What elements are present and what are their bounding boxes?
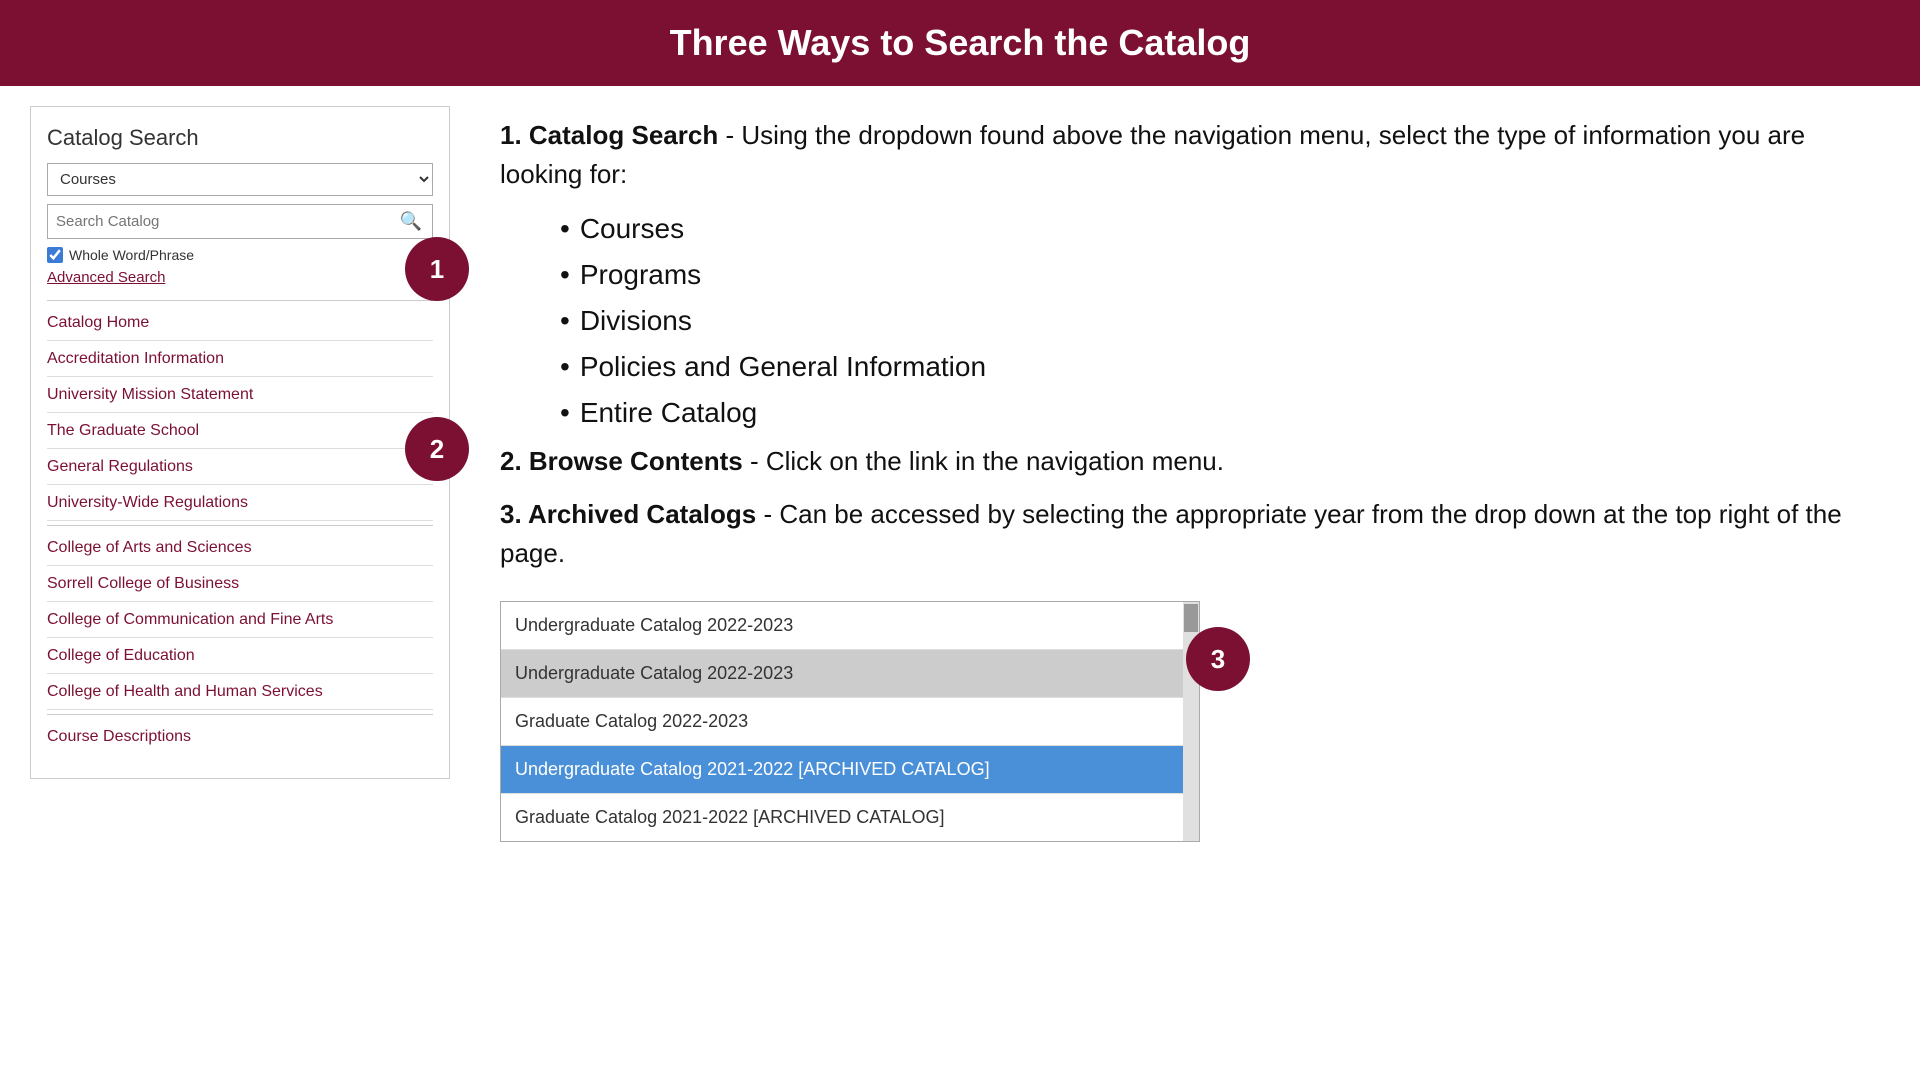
sidebar-item-general-regs[interactable]: General Regulations — [47, 449, 433, 485]
list-item-courses: Courses — [560, 208, 1870, 250]
section3-paragraph: 3. Archived Catalogs - Can be accessed b… — [500, 495, 1870, 573]
section2-paragraph: 2. Browse Contents - Click on the link i… — [500, 442, 1870, 481]
main-content: 1 2 Catalog Search Courses Programs Divi… — [0, 86, 1920, 872]
section2-heading: 2. Browse Contents — [500, 446, 743, 476]
checkbox-row: Whole Word/Phrase — [47, 247, 433, 263]
list-item-entire: Entire Catalog — [560, 392, 1870, 434]
sidebar-item-business[interactable]: Sorrell College of Business — [47, 566, 433, 602]
sidebar-item-catalog-home[interactable]: Catalog Home — [47, 305, 433, 341]
catalog-type-dropdown[interactable]: Courses Programs Divisions Policies and … — [47, 163, 433, 196]
sidebar-item-course-desc[interactable]: Course Descriptions — [47, 719, 433, 754]
catalog-widget-container: Undergraduate Catalog 2022-2023 Undergra… — [500, 587, 1200, 842]
section1-heading: 1. Catalog Search — [500, 120, 718, 150]
sidebar-divider — [47, 300, 433, 301]
right-content: 1. Catalog Search - Using the dropdown f… — [490, 106, 1890, 852]
scroll-thumb — [1184, 604, 1198, 632]
catalog-option-ug-2022-highlighted[interactable]: Undergraduate Catalog 2022-2023 — [501, 650, 1199, 698]
list-item-policies: Policies and General Information — [560, 346, 1870, 388]
sidebar-divider-2 — [47, 525, 433, 526]
search-row: 🔍 — [47, 204, 433, 239]
list-item-programs: Programs — [560, 254, 1870, 296]
sidebar-item-graduate-school[interactable]: The Graduate School — [47, 413, 433, 449]
sidebar-divider-3 — [47, 714, 433, 715]
widget-inner: Undergraduate Catalog 2022-2023 Undergra… — [501, 602, 1199, 841]
search-input[interactable] — [48, 207, 390, 236]
list-item-divisions: Divisions — [560, 300, 1870, 342]
whole-word-checkbox[interactable] — [47, 247, 63, 263]
sidebar-title: Catalog Search — [47, 125, 433, 151]
catalog-option-ug-2021-archived[interactable]: Undergraduate Catalog 2021-2022 [ARCHIVE… — [501, 746, 1199, 794]
section3-heading: 3. Archived Catalogs — [500, 499, 756, 529]
sidebar-item-university-regs[interactable]: University-Wide Regulations — [47, 485, 433, 521]
catalog-option-grad-2022[interactable]: Graduate Catalog 2022-2023 — [501, 698, 1199, 746]
catalog-option-grad-2021-archived[interactable]: Graduate Catalog 2021-2022 [ARCHIVED CAT… — [501, 794, 1199, 841]
sidebar-item-mission[interactable]: University Mission Statement — [47, 377, 433, 413]
section1-paragraph: 1. Catalog Search - Using the dropdown f… — [500, 116, 1870, 194]
catalog-option-ug-2022-top[interactable]: Undergraduate Catalog 2022-2023 — [501, 602, 1199, 650]
whole-word-label: Whole Word/Phrase — [69, 247, 194, 263]
badge-1: 1 — [405, 237, 469, 301]
badge-2: 2 — [405, 417, 469, 481]
advanced-search-link[interactable]: Advanced Search — [47, 269, 433, 286]
catalog-dropdown-widget[interactable]: Undergraduate Catalog 2022-2023 Undergra… — [500, 601, 1200, 842]
catalog-options-list: Undergraduate Catalog 2022-2023 Undergra… — [501, 602, 1199, 841]
badge-3: 3 — [1186, 627, 1250, 691]
sidebar-item-accreditation[interactable]: Accreditation Information — [47, 341, 433, 377]
sidebar-item-health[interactable]: College of Health and Human Services — [47, 674, 433, 710]
sidebar: 1 2 Catalog Search Courses Programs Divi… — [30, 106, 450, 779]
sidebar-item-education[interactable]: College of Education — [47, 638, 433, 674]
page-header: Three Ways to Search the Catalog — [0, 0, 1920, 86]
search-button[interactable]: 🔍 — [390, 205, 432, 238]
section2-text: - Click on the link in the navigation me… — [750, 446, 1224, 476]
sidebar-item-comm-fine-arts[interactable]: College of Communication and Fine Arts — [47, 602, 433, 638]
sidebar-item-arts-sciences[interactable]: College of Arts and Sciences — [47, 530, 433, 566]
header-title: Three Ways to Search the Catalog — [670, 22, 1251, 63]
search-types-list: Courses Programs Divisions Policies and … — [560, 208, 1870, 434]
